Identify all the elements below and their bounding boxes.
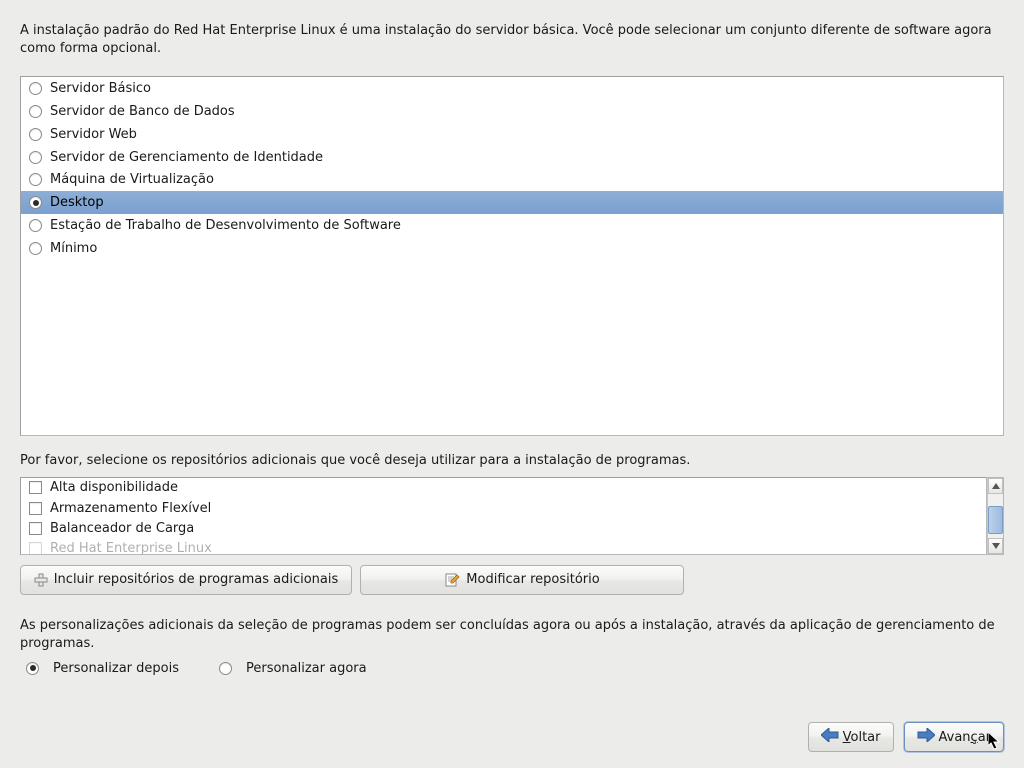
list-item-label: Servidor Básico bbox=[50, 81, 151, 96]
radio-icon[interactable] bbox=[29, 151, 42, 164]
list-item[interactable]: Alta disponibilidade bbox=[21, 478, 986, 498]
list-item-label: Alta disponibilidade bbox=[50, 480, 178, 495]
list-item[interactable]: Estação de Trabalho de Desenvolvimento d… bbox=[21, 214, 1003, 237]
plus-icon bbox=[34, 573, 48, 587]
arrow-right-icon bbox=[917, 728, 935, 746]
intro-text: A instalação padrão do Red Hat Enterpris… bbox=[20, 22, 1004, 58]
list-item-label: Red Hat Enterprise Linux bbox=[50, 541, 212, 554]
list-item-label: Servidor de Banco de Dados bbox=[50, 104, 235, 119]
radio-label: Personalizar agora bbox=[246, 661, 367, 676]
edit-icon bbox=[444, 572, 460, 588]
software-selection-list[interactable]: Servidor Básico Servidor de Banco de Dad… bbox=[20, 76, 1004, 436]
list-item-label: Estação de Trabalho de Desenvolvimento d… bbox=[50, 218, 401, 233]
list-item[interactable]: Balanceador de Carga bbox=[21, 518, 986, 538]
list-item[interactable]: Armazenamento Flexível bbox=[21, 498, 986, 518]
back-button[interactable]: Voltar bbox=[808, 722, 894, 752]
list-item-label: Armazenamento Flexível bbox=[50, 501, 211, 516]
list-item-label: Servidor de Gerenciamento de Identidade bbox=[50, 150, 323, 165]
button-label: Voltar bbox=[843, 730, 881, 745]
list-item[interactable]: Servidor Básico bbox=[21, 77, 1003, 100]
scroll-track[interactable] bbox=[988, 494, 1003, 538]
customize-now-radio[interactable]: Personalizar agora bbox=[219, 661, 367, 676]
checkbox-icon[interactable] bbox=[29, 522, 42, 535]
checkbox-icon[interactable] bbox=[29, 481, 42, 494]
checkbox-icon[interactable] bbox=[29, 502, 42, 515]
modify-repo-button[interactable]: Modificar repositório bbox=[360, 565, 684, 595]
list-item[interactable]: Servidor de Banco de Dados bbox=[21, 100, 1003, 123]
repo-prompt-text: Por favor, selecione os repositórios adi… bbox=[20, 452, 1004, 470]
radio-icon[interactable] bbox=[29, 219, 42, 232]
radio-icon[interactable] bbox=[29, 128, 42, 141]
radio-icon[interactable] bbox=[26, 662, 39, 675]
arrow-left-icon bbox=[821, 728, 839, 746]
list-item-label: Balanceador de Carga bbox=[50, 521, 194, 536]
radio-icon[interactable] bbox=[29, 196, 42, 209]
button-label: Incluir repositórios de programas adicio… bbox=[54, 572, 339, 587]
list-item[interactable]: Servidor de Gerenciamento de Identidade bbox=[21, 146, 1003, 169]
checkbox-icon[interactable] bbox=[29, 542, 42, 554]
repo-list[interactable]: Alta disponibilidade Armazenamento Flexí… bbox=[20, 477, 987, 555]
scroll-down-icon[interactable] bbox=[988, 538, 1003, 554]
button-label: Avançar bbox=[939, 730, 992, 745]
list-item-label: Desktop bbox=[50, 195, 104, 210]
customize-later-radio[interactable]: Personalizar depois bbox=[26, 661, 179, 676]
radio-icon[interactable] bbox=[29, 173, 42, 186]
customize-text: As personalizações adicionais da seleção… bbox=[20, 617, 1004, 653]
list-item-label: Máquina de Virtualização bbox=[50, 172, 214, 187]
next-button[interactable]: Avançar bbox=[904, 722, 1005, 752]
radio-icon[interactable] bbox=[29, 105, 42, 118]
radio-label: Personalizar depois bbox=[53, 661, 179, 676]
add-repo-button[interactable]: Incluir repositórios de programas adicio… bbox=[20, 565, 352, 595]
radio-icon[interactable] bbox=[219, 662, 232, 675]
scrollbar[interactable] bbox=[987, 477, 1004, 555]
list-item-label: Servidor Web bbox=[50, 127, 137, 142]
button-label: Modificar repositório bbox=[466, 572, 599, 587]
list-item[interactable]: Mínimo bbox=[21, 237, 1003, 260]
radio-icon[interactable] bbox=[29, 82, 42, 95]
radio-icon[interactable] bbox=[29, 242, 42, 255]
list-item[interactable]: Máquina de Virtualização bbox=[21, 169, 1003, 192]
scroll-thumb[interactable] bbox=[988, 506, 1003, 534]
list-item-label: Mínimo bbox=[50, 241, 97, 256]
scroll-up-icon[interactable] bbox=[988, 478, 1003, 494]
list-item-selected[interactable]: Desktop bbox=[21, 191, 1003, 214]
list-item[interactable]: Servidor Web bbox=[21, 123, 1003, 146]
list-item[interactable]: Red Hat Enterprise Linux bbox=[21, 539, 986, 555]
